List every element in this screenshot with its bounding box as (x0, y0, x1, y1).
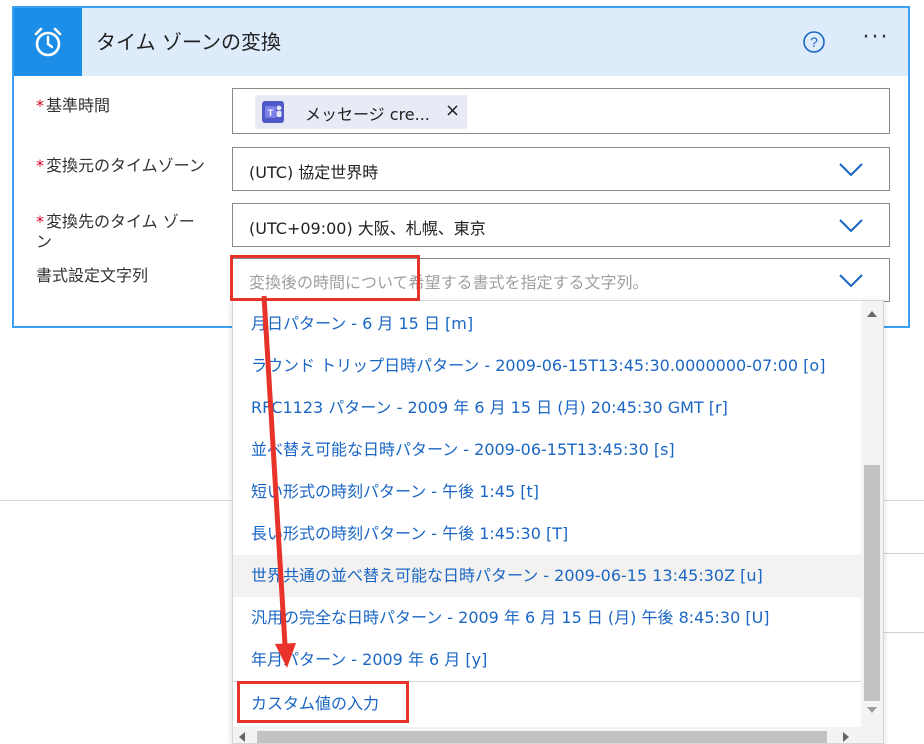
format-options-dropdown[interactable]: 月日パターン - 6 月 15 日 [m] ラウンド トリップ日時パターン - … (232, 300, 884, 744)
source-timezone-label-text: 変換元のタイムゾーン (46, 156, 205, 175)
token-label: メッセージ cre... (305, 105, 430, 124)
format-option[interactable]: 年月パターン - 2009 年 6 月 [y] (233, 639, 861, 681)
dest-timezone-label: * 変換先のタイム ゾーン (36, 212, 195, 252)
base-time-label: * 基準時間 (36, 96, 110, 116)
format-option[interactable]: 短い形式の時刻パターン - 午後 1:45 [t] (233, 471, 861, 513)
format-option[interactable]: 並べ替え可能な日時パターン - 2009-06-15T13:45:30 [s] (233, 429, 861, 471)
format-option[interactable]: ラウンド トリップ日時パターン - 2009-06-15T13:45:30.00… (233, 345, 861, 387)
horizontal-scrollbar[interactable] (233, 727, 883, 743)
alarm-clock-icon (14, 8, 82, 76)
format-option[interactable]: 長い形式の時刻パターン - 午後 1:45:30 [T] (233, 513, 861, 555)
base-time-field[interactable]: T メッセージ cre... × (232, 88, 890, 134)
dest-timezone-dropdown[interactable]: (UTC+09:00) 大阪、札幌、東京 (232, 203, 890, 247)
format-option[interactable]: RFC1123 パターン - 2009 年 6 月 15 日 (月) 20:45… (233, 387, 861, 429)
scroll-right-icon[interactable] (843, 732, 849, 742)
teams-icon: T (261, 100, 285, 124)
format-string-label: 書式設定文字列 (36, 266, 149, 285)
scroll-down-icon[interactable] (867, 707, 877, 713)
required-mark: * (36, 212, 44, 231)
required-mark: * (36, 156, 44, 175)
source-timezone-label: * 変換元のタイムゾーン (36, 156, 205, 176)
format-option-hovered[interactable]: 世界共通の並べ替え可能な日時パターン - 2009-06-15 13:45:30… (233, 555, 861, 597)
scrollbar-thumb[interactable] (257, 731, 827, 743)
scroll-left-icon[interactable] (239, 732, 245, 742)
vertical-scrollbar[interactable] (861, 301, 883, 727)
annotation-highlight-custom (237, 681, 409, 723)
chevron-down-icon[interactable] (839, 274, 863, 288)
dest-timezone-label-line2: ン (36, 232, 53, 251)
base-time-label-text: 基準時間 (46, 96, 111, 115)
annotation-highlight-input (230, 255, 420, 301)
dest-timezone-value: (UTC+09:00) 大阪、札幌、東京 (249, 219, 486, 238)
dest-timezone-label-line1: 変換先のタイム ゾー (46, 212, 195, 231)
source-timezone-dropdown[interactable]: (UTC) 協定世界時 (232, 147, 890, 191)
format-option[interactable]: 月日パターン - 6 月 15 日 [m] (233, 303, 861, 345)
format-option[interactable]: 汎用の完全な日時パターン - 2009 年 6 月 15 日 (月) 午後 8:… (233, 597, 861, 639)
card-title: タイム ゾーンの変換 (96, 30, 281, 54)
chevron-down-icon[interactable] (839, 219, 863, 233)
source-timezone-value: (UTC) 協定世界時 (249, 163, 379, 182)
card-header[interactable]: タイム ゾーンの変換 ? ··· (14, 8, 908, 76)
chevron-down-icon[interactable] (839, 163, 863, 177)
scroll-up-icon[interactable] (867, 311, 877, 317)
scrollbar-thumb[interactable] (864, 465, 880, 701)
required-mark: * (36, 96, 44, 115)
svg-text:T: T (268, 108, 274, 118)
svg-text:?: ? (810, 34, 818, 50)
dynamic-content-token[interactable]: T メッセージ cre... × (255, 95, 467, 129)
more-options-icon[interactable]: ··· (858, 27, 894, 56)
timezone-action-card: タイム ゾーンの変換 ? ··· *基準時間 T メッセージ cre... × (12, 6, 910, 328)
help-circle-icon[interactable]: ? (802, 30, 826, 54)
side-panel-edge (880, 553, 924, 633)
token-remove-icon[interactable]: × (445, 100, 460, 121)
